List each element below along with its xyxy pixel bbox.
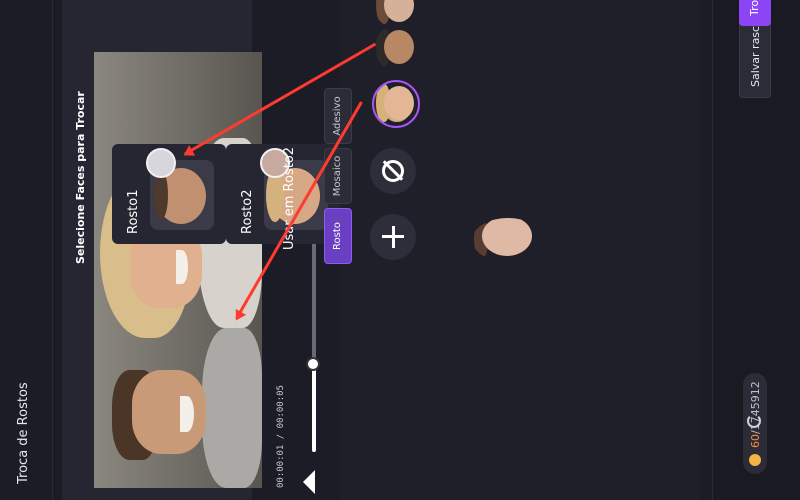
man-shirt <box>202 328 262 488</box>
coin-icon <box>749 454 761 466</box>
timeline-progress <box>312 364 316 452</box>
preview-image <box>94 52 262 488</box>
source-face-avatar-selected[interactable] <box>372 80 420 128</box>
app-title: Troca de Rostos <box>16 382 31 484</box>
target-face-thumb <box>146 148 176 178</box>
timeline-knob[interactable] <box>306 357 320 371</box>
credits-used: 60 <box>748 434 762 448</box>
title-bar: Troca de Rostos <box>0 0 53 500</box>
video-timeline: 00:00:01 / 00:00:05 <box>272 52 332 494</box>
play-icon[interactable] <box>303 470 315 494</box>
woman-smile <box>176 250 188 284</box>
rotated-app-canvas: Troca de Rostos 00:00:01 / 00:00:05 Sele… <box>0 0 800 500</box>
screen: Troca de Rostos 00:00:01 / 00:00:05 Sele… <box>0 0 800 500</box>
man-smile <box>180 396 194 432</box>
mode-button-rosto[interactable]: Rosto <box>324 208 352 264</box>
face-row-label: Rosto1 <box>126 189 141 235</box>
face-row-1[interactable]: Rosto1 <box>112 144 226 244</box>
man-face <box>132 370 206 454</box>
no-swap-button[interactable] <box>370 148 416 194</box>
time-readout: 00:00:01 / 00:00:05 <box>276 385 286 488</box>
refresh-icon[interactable] <box>747 414 761 428</box>
bottom-toolbar: 60 /1745912 Salvar rascunho Troca de <box>712 0 800 500</box>
face-row-label: Rosto2 <box>240 189 255 235</box>
faces-heading: Selecione Faces para Trocar <box>74 91 87 264</box>
swap-button[interactable]: Troca de <box>739 0 771 26</box>
baby-face-avatar[interactable] <box>470 216 546 264</box>
source-face-avatar[interactable] <box>372 24 420 72</box>
mode-button-adesivo[interactable]: Adesivo <box>324 88 352 144</box>
plus-icon-v <box>382 235 404 239</box>
add-face-button[interactable] <box>370 214 416 260</box>
